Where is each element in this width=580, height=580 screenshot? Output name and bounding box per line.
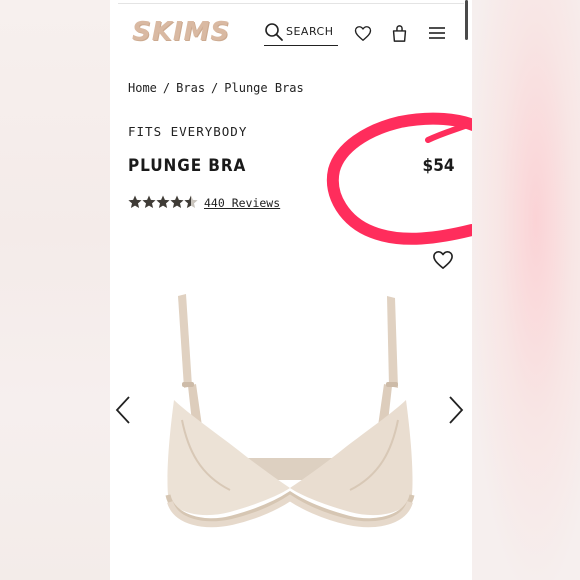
background-right — [470, 0, 580, 580]
star-icon — [142, 195, 156, 208]
product-image — [165, 294, 415, 528]
scrollbar[interactable] — [465, 0, 468, 40]
star-icon — [156, 195, 170, 208]
product-page: SKIMS SEARCH Home / Bras / Plunge Bras FITS … — [110, 0, 472, 580]
collection-label: FITS EVERYBODY — [128, 124, 248, 139]
heart-icon[interactable] — [354, 25, 372, 42]
background-left — [0, 0, 110, 580]
top-divider — [118, 3, 464, 4]
search-button[interactable]: SEARCH — [264, 22, 338, 46]
product-price: $54 — [422, 156, 454, 176]
breadcrumb-separator: / — [211, 81, 219, 95]
search-label: SEARCH — [286, 25, 334, 38]
breadcrumb: Home / Bras / Plunge Bras — [128, 81, 304, 95]
chevron-left-icon[interactable] — [115, 396, 131, 424]
breadcrumb-bras[interactable]: Bras — [176, 81, 205, 95]
brand-logo[interactable]: SKIMS — [132, 17, 230, 47]
star-icon — [128, 195, 142, 208]
breadcrumb-home[interactable]: Home — [128, 81, 157, 95]
star-rating[interactable] — [128, 194, 198, 213]
bag-icon[interactable] — [391, 24, 408, 43]
reviews-link[interactable]: 440 Reviews — [204, 196, 280, 210]
stars-graphic — [128, 195, 198, 208]
wishlist-heart-icon[interactable] — [432, 250, 454, 270]
search-icon — [265, 23, 283, 41]
star-half-icon — [184, 195, 198, 208]
star-icon — [170, 195, 184, 208]
chevron-right-icon[interactable] — [448, 396, 464, 424]
menu-icon[interactable] — [428, 26, 446, 40]
breadcrumb-separator: / — [162, 81, 171, 95]
product-title: PLUNGE BRA — [128, 156, 247, 176]
breadcrumb-current[interactable]: Plunge Bras — [224, 81, 303, 95]
